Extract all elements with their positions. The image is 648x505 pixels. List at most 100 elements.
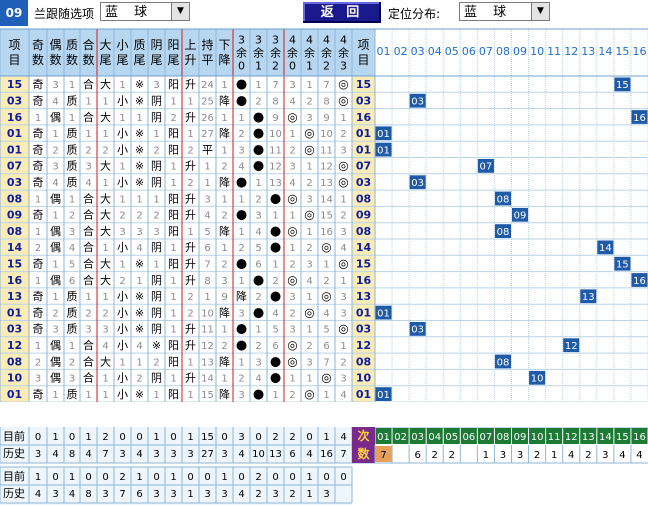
table-cell: 1 bbox=[340, 113, 346, 124]
position-header-04: 04 bbox=[428, 45, 442, 58]
table-cell: 1 bbox=[238, 194, 244, 205]
row-label: 03 bbox=[7, 176, 22, 189]
table-cell: 1 bbox=[170, 178, 176, 189]
table-cell: 3 bbox=[136, 227, 142, 238]
table-cell: 11 bbox=[269, 145, 282, 156]
table-cell: 2 bbox=[187, 145, 193, 156]
table-cell: 阴 bbox=[151, 176, 162, 189]
column-header-char: 质 bbox=[66, 38, 78, 52]
table-cell: 2 bbox=[238, 243, 244, 254]
hit-marker-label: 01 bbox=[377, 129, 390, 140]
next-position-14: 14 bbox=[599, 432, 612, 443]
table-cell: 2 bbox=[35, 243, 41, 254]
row-label-right: 01 bbox=[356, 306, 371, 319]
position-header-15: 15 bbox=[615, 45, 629, 58]
table-cell: 5 bbox=[69, 259, 75, 270]
table-cell: ※ bbox=[135, 176, 144, 189]
current-label: 目前 bbox=[3, 429, 25, 443]
table-cell: ◎ bbox=[287, 191, 297, 205]
bottom-history-stat: 2 bbox=[255, 489, 261, 500]
table-cell: ※ bbox=[135, 94, 144, 107]
table-cell: 1 bbox=[272, 390, 278, 401]
table-cell: 1 bbox=[323, 259, 329, 270]
current-stat: 0 bbox=[221, 432, 227, 443]
table-cell: ● bbox=[253, 142, 264, 157]
hit-marker-label: 07 bbox=[480, 162, 493, 173]
bottom-current-stat: 1 bbox=[221, 472, 227, 483]
table-cell: 27 bbox=[201, 129, 214, 140]
current-stat: 0 bbox=[306, 432, 312, 443]
table-cell: 偶 bbox=[50, 274, 61, 287]
table-cell: 1 bbox=[170, 308, 176, 319]
table-cell: 1 bbox=[289, 374, 295, 385]
history-stat: 3 bbox=[170, 449, 176, 460]
table-cell: 2 bbox=[255, 292, 261, 303]
hit-marker-label: 03 bbox=[411, 325, 424, 336]
table-cell: 1 bbox=[255, 325, 261, 336]
table-cell: ◎ bbox=[338, 159, 348, 173]
column-header-char: 余 bbox=[253, 46, 264, 60]
bottom-current-stat: 2 bbox=[119, 472, 125, 483]
column-header-char: 尾 bbox=[167, 53, 179, 67]
table-cell: 合 bbox=[83, 371, 94, 385]
table-cell: ◎ bbox=[338, 77, 348, 91]
table-cell: 2 bbox=[255, 341, 261, 352]
bottom-history-stat: 3 bbox=[323, 489, 329, 500]
table-cell: 4 bbox=[136, 341, 142, 352]
table-cell: 平 bbox=[202, 143, 213, 156]
bottom-current-stat: 0 bbox=[340, 472, 346, 483]
table-cell: ● bbox=[253, 159, 264, 174]
hit-marker-label: 01 bbox=[377, 308, 390, 319]
bottom-history-stat: 3 bbox=[52, 489, 58, 500]
column-header-char: 3 bbox=[238, 34, 245, 47]
hit-marker-label: 16 bbox=[633, 276, 646, 287]
table-cell: 1 bbox=[119, 162, 125, 173]
table-cell: 3 bbox=[340, 292, 346, 303]
table-cell: ◎ bbox=[304, 305, 314, 319]
table-cell: 1 bbox=[221, 325, 227, 336]
history-stat: 7 bbox=[102, 449, 108, 460]
table-cell: 阳 bbox=[168, 192, 179, 205]
hit-marker-label: 01 bbox=[377, 145, 390, 156]
table-cell: 2 bbox=[289, 390, 295, 401]
table-cell: 2 bbox=[221, 211, 227, 222]
table-cell: 大 bbox=[100, 77, 111, 91]
table-cell: ● bbox=[236, 175, 247, 190]
bottom-current-stat: 1 bbox=[170, 472, 176, 483]
table-cell: 1 bbox=[102, 178, 108, 189]
table-cell: 质 bbox=[67, 388, 78, 401]
table-cell: 1 bbox=[102, 390, 108, 401]
table-cell: 3 bbox=[255, 211, 261, 222]
hit-marker-label: 13 bbox=[582, 292, 595, 303]
table-cell: ※ bbox=[135, 323, 144, 336]
table-cell: 3 bbox=[306, 194, 312, 205]
table-cell: 3 bbox=[289, 80, 295, 91]
column-header-char: 尾 bbox=[116, 53, 128, 67]
table-cell: 阴 bbox=[151, 160, 162, 173]
table-cell: 3 bbox=[238, 390, 244, 401]
table-cell: 3 bbox=[52, 162, 58, 173]
next-position-10: 10 bbox=[531, 432, 544, 443]
column-header-char: 项 bbox=[357, 38, 369, 52]
table-cell: 阳 bbox=[168, 225, 179, 238]
table-cell: 1 bbox=[136, 276, 142, 287]
bottom-history-stat: 3 bbox=[153, 489, 159, 500]
table-cell: 1 bbox=[35, 194, 41, 205]
table-cell: 1 bbox=[52, 211, 58, 222]
table-cell: 小 bbox=[117, 290, 128, 303]
position-header-11: 11 bbox=[547, 45, 561, 58]
column-header-char: 0 bbox=[238, 60, 245, 73]
table-cell: 大 bbox=[100, 208, 111, 222]
table-cell: 1 bbox=[306, 325, 312, 336]
table-cell: 质 bbox=[67, 160, 78, 173]
table-cell: 升 bbox=[185, 78, 196, 91]
table-cell: 1 bbox=[221, 243, 227, 254]
table-cell: 12 bbox=[201, 341, 214, 352]
table-cell: 阴 bbox=[151, 111, 162, 124]
table-cell: 1 bbox=[136, 113, 142, 124]
next-position-08: 08 bbox=[497, 432, 510, 443]
current-stat: 0 bbox=[255, 432, 261, 443]
current-stat: 0 bbox=[69, 432, 75, 443]
table-cell: 2 bbox=[306, 243, 312, 254]
bottom-history-stat: 3 bbox=[204, 489, 210, 500]
